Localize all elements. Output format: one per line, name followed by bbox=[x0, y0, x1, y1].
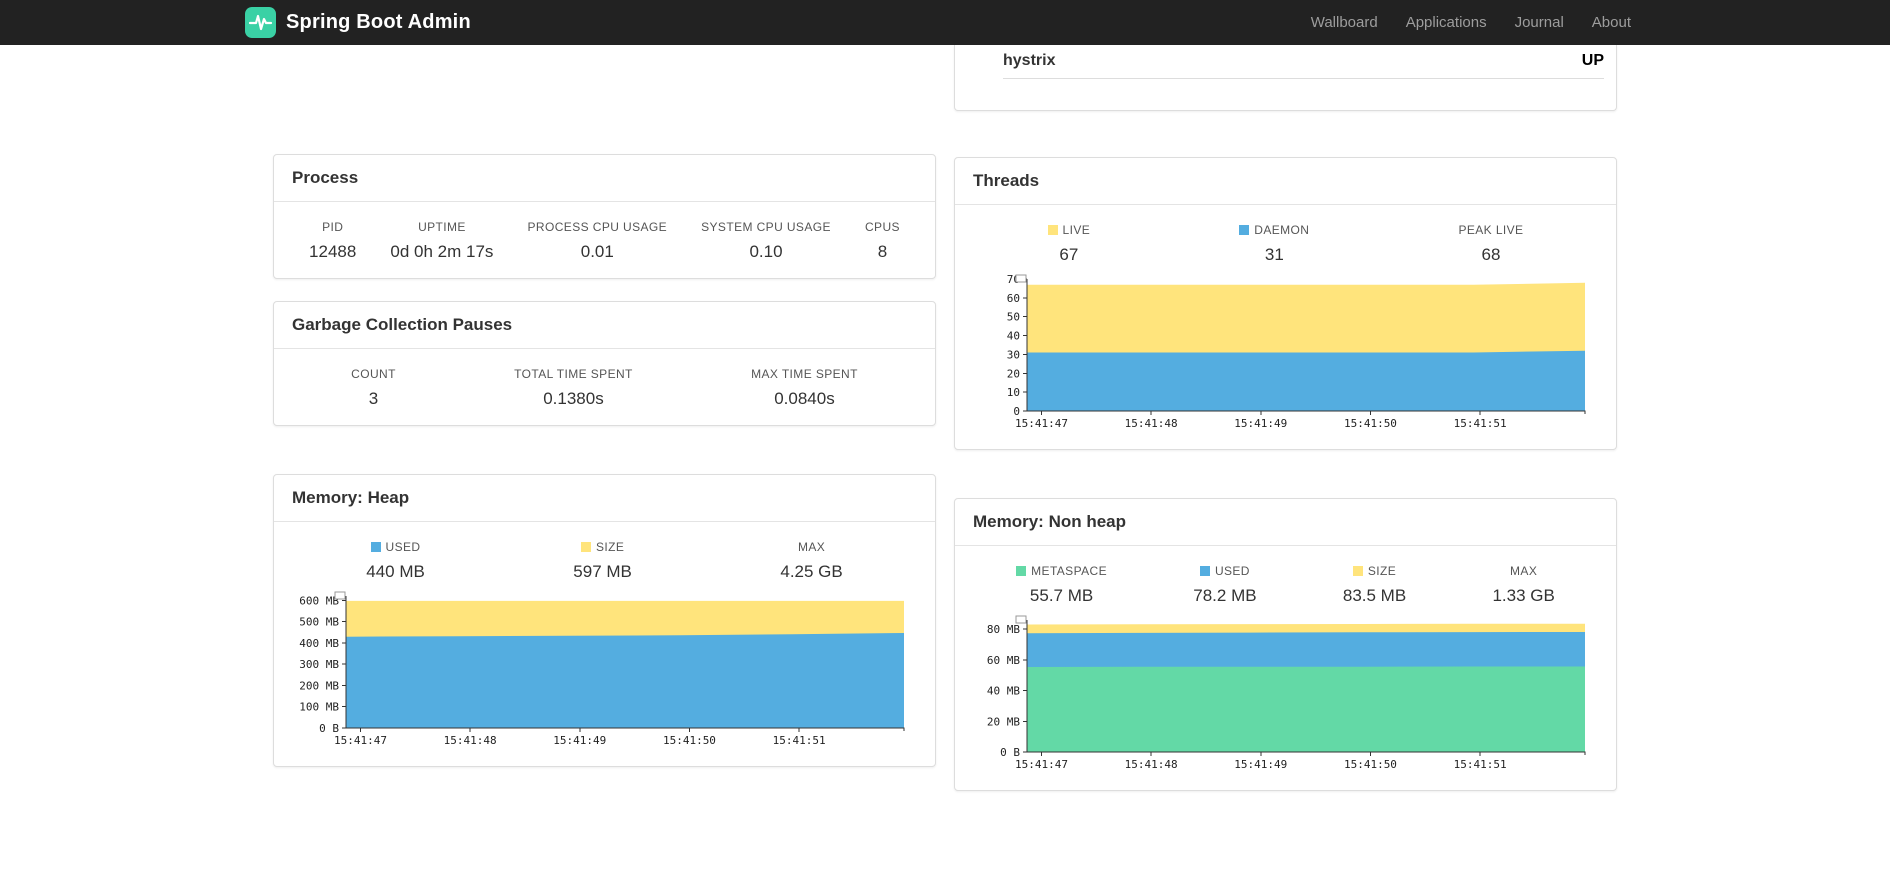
stat-system-cpu-usage: SYSTEM CPU USAGE 0.10 bbox=[701, 220, 831, 261]
status-badge: UP bbox=[1581, 52, 1604, 69]
heap-card-header: Memory: Heap bbox=[274, 475, 935, 522]
application-status-card: hystrix UP bbox=[954, 45, 1617, 111]
svg-text:15:41:47: 15:41:47 bbox=[1015, 758, 1068, 771]
svg-text:20 MB: 20 MB bbox=[987, 715, 1020, 728]
heap-memory-chart: 0 B 100 MB 200 MB 300 MB 400 MB 500 MB 600 MB 1… bbox=[292, 590, 917, 750]
stat-threads-peak-live: PEAK LIVE 68 bbox=[1458, 223, 1524, 264]
threads-stats: LIVE 67 DAEMON 31 PEAK LIVE 68 bbox=[973, 223, 1598, 265]
threads-card-header: Threads bbox=[955, 158, 1616, 205]
process-stats: PID 12488 UPTIME 0d 0h 2m 17s PROCESS CP… bbox=[292, 220, 917, 262]
stat-gc-max-time: MAX TIME SPENT 0.0840s bbox=[751, 367, 858, 408]
threads-card-title: Threads bbox=[973, 171, 1040, 190]
stat-nonheap-used: USED 78.2 MB bbox=[1193, 564, 1257, 605]
svg-text:15:41:49: 15:41:49 bbox=[1234, 417, 1287, 430]
stat-heap-used: USED 440 MB bbox=[366, 540, 425, 581]
stat-cpus: CPUS 8 bbox=[864, 220, 900, 261]
page-bottom-whitespace bbox=[0, 791, 1890, 861]
svg-text:15:41:51: 15:41:51 bbox=[773, 734, 826, 747]
legend-swatch-daemon bbox=[1239, 225, 1250, 235]
gc-card-title: Garbage Collection Pauses bbox=[292, 315, 513, 334]
process-card-title: Process bbox=[292, 168, 359, 187]
svg-text:15:41:48: 15:41:48 bbox=[1125, 758, 1178, 771]
process-card-header: Process bbox=[274, 155, 935, 202]
brand-title: Spring Boot Admin bbox=[286, 11, 471, 33]
stat-heap-size: SIZE 597 MB bbox=[573, 540, 632, 581]
svg-text:300 MB: 300 MB bbox=[299, 658, 339, 671]
svg-text:600 MB: 600 MB bbox=[299, 594, 339, 607]
svg-text:20: 20 bbox=[1007, 367, 1020, 380]
memory-heap-card: Memory: Heap USED 440 MB SIZE 597 MB MAX… bbox=[273, 474, 936, 767]
right-column: hystrix UP Threads LIVE 67 DAEMON 31 PEA… bbox=[954, 45, 1617, 791]
application-name: hystrix bbox=[1003, 52, 1056, 69]
stat-threads-live: LIVE 67 bbox=[1047, 223, 1091, 265]
legend-swatch-live bbox=[1047, 225, 1058, 235]
nonheap-card-header: Memory: Non heap bbox=[955, 499, 1616, 546]
svg-text:15:41:49: 15:41:49 bbox=[1234, 758, 1287, 771]
svg-text:15:41:51: 15:41:51 bbox=[1454, 758, 1507, 771]
svg-text:15:41:50: 15:41:50 bbox=[1344, 417, 1397, 430]
nav-item-wallboard[interactable]: Wallboard bbox=[1297, 6, 1392, 39]
stat-threads-daemon: DAEMON 31 bbox=[1239, 223, 1309, 265]
stat-gc-count: COUNT 3 bbox=[351, 367, 396, 408]
svg-text:100 MB: 100 MB bbox=[299, 701, 339, 714]
nonheap-memory-chart: 0 B 20 MB 40 MB 60 MB 80 MB 15:41:47 15:41:48 1… bbox=[973, 614, 1598, 774]
nonheap-card-title: Memory: Non heap bbox=[973, 512, 1127, 531]
gc-stats: COUNT 3 TOTAL TIME SPENT 0.1380s MAX TIM… bbox=[292, 367, 917, 409]
svg-text:30: 30 bbox=[1007, 348, 1020, 361]
svg-text:15:41:50: 15:41:50 bbox=[663, 734, 716, 747]
gc-card-header: Garbage Collection Pauses bbox=[274, 302, 935, 349]
svg-text:60 MB: 60 MB bbox=[987, 654, 1020, 667]
svg-text:60: 60 bbox=[1007, 292, 1020, 305]
svg-text:15:41:49: 15:41:49 bbox=[553, 734, 606, 747]
svg-text:15:41:48: 15:41:48 bbox=[1125, 417, 1178, 430]
svg-text:15:41:47: 15:41:47 bbox=[1015, 417, 1068, 430]
stat-nonheap-max: MAX 1.33 GB bbox=[1492, 564, 1555, 605]
legend-swatch-used bbox=[370, 542, 381, 552]
stat-nonheap-size: SIZE 83.5 MB bbox=[1342, 564, 1407, 605]
legend-swatch-nonheap-used bbox=[1199, 566, 1210, 576]
nonheap-stats: METASPACE 55.7 MB USED 78.2 MB SIZE 83.5… bbox=[973, 564, 1598, 606]
legend-swatch-nonheap-size bbox=[1352, 566, 1363, 576]
stat-gc-total-time: TOTAL TIME SPENT 0.1380s bbox=[514, 367, 633, 408]
svg-text:50: 50 bbox=[1007, 311, 1020, 324]
svg-text:200 MB: 200 MB bbox=[299, 679, 339, 692]
svg-text:15:41:50: 15:41:50 bbox=[1344, 758, 1397, 771]
svg-text:500 MB: 500 MB bbox=[299, 616, 339, 629]
nav-item-about[interactable]: About bbox=[1578, 6, 1645, 39]
application-row-hystrix[interactable]: hystrix UP bbox=[1003, 45, 1604, 79]
threads-card: Threads LIVE 67 DAEMON 31 PEAK LIVE 68 0… bbox=[954, 157, 1617, 450]
svg-text:10: 10 bbox=[1007, 386, 1020, 399]
svg-text:80 MB: 80 MB bbox=[987, 623, 1020, 636]
brand[interactable]: Spring Boot Admin bbox=[245, 7, 471, 38]
navbar: Spring Boot Admin Wallboard Applications… bbox=[0, 0, 1890, 45]
stat-process-cpu-usage: PROCESS CPU USAGE 0.01 bbox=[527, 220, 668, 261]
gc-pauses-card: Garbage Collection Pauses COUNT 3 TOTAL … bbox=[273, 301, 936, 426]
threads-chart: 0 10 20 30 40 50 60 70 15:41:47 15:41:48 15:41:49 1… bbox=[973, 273, 1598, 433]
svg-text:40: 40 bbox=[1007, 330, 1020, 343]
nav-links: Wallboard Applications Journal About bbox=[1297, 6, 1645, 39]
svg-text:15:41:48: 15:41:48 bbox=[444, 734, 497, 747]
svg-text:15:41:47: 15:41:47 bbox=[334, 734, 387, 747]
stat-heap-max: MAX 4.25 GB bbox=[780, 540, 843, 581]
svg-text:400 MB: 400 MB bbox=[299, 637, 339, 650]
nav-item-journal[interactable]: Journal bbox=[1501, 6, 1578, 39]
process-card: Process PID 12488 UPTIME 0d 0h 2m 17s PR… bbox=[273, 154, 936, 279]
legend-swatch-size bbox=[580, 542, 591, 552]
stat-pid: PID 12488 bbox=[309, 220, 357, 261]
left-column: Process PID 12488 UPTIME 0d 0h 2m 17s PR… bbox=[273, 45, 936, 767]
svg-text:40 MB: 40 MB bbox=[987, 685, 1020, 698]
heap-stats: USED 440 MB SIZE 597 MB MAX 4.25 GB bbox=[292, 540, 917, 582]
nav-item-applications[interactable]: Applications bbox=[1392, 6, 1501, 39]
stat-uptime: UPTIME 0d 0h 2m 17s bbox=[390, 220, 494, 261]
memory-nonheap-card: Memory: Non heap METASPACE 55.7 MB USED … bbox=[954, 498, 1617, 791]
svg-text:15:41:51: 15:41:51 bbox=[1454, 417, 1507, 430]
legend-swatch-metaspace bbox=[1016, 566, 1027, 576]
card-spacer bbox=[955, 79, 1616, 110]
stat-nonheap-metaspace: METASPACE 55.7 MB bbox=[1016, 564, 1107, 606]
spring-boot-admin-logo-icon bbox=[245, 7, 276, 38]
heap-card-title: Memory: Heap bbox=[292, 488, 410, 507]
